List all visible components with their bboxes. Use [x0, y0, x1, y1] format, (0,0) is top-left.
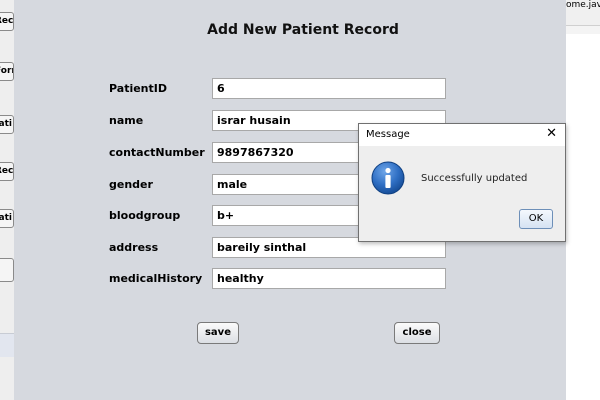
background-window-left: Rec Form ati Rec ati [0, 0, 14, 400]
background-toolbar [566, 26, 600, 34]
background-window-right: ome.java [566, 0, 600, 400]
save-button[interactable]: save [197, 322, 239, 344]
message-dialog: Message ✕ Successfully updated OK [358, 123, 566, 242]
background-button-4[interactable]: Rec [0, 162, 14, 181]
dialog-titlebar[interactable]: Message ✕ [359, 124, 565, 146]
info-icon [371, 161, 405, 195]
background-button-5[interactable]: ati [0, 209, 14, 228]
close-button[interactable]: close [394, 322, 440, 344]
patient-id-label: PatientID [109, 82, 167, 95]
ok-button[interactable]: OK [519, 209, 553, 229]
desktop: Rec Form ati Rec ati Add New Patient Rec… [0, 0, 600, 400]
background-button-3[interactable]: ati [0, 115, 14, 134]
dialog-title: Message [366, 129, 410, 140]
name-label: name [109, 114, 144, 127]
patient-id-field[interactable]: 6 [212, 78, 446, 99]
contact-number-label: contactNumber [109, 146, 205, 159]
address-label: address [109, 241, 159, 254]
background-file-tab[interactable]: ome.java [566, 0, 600, 10]
gender-label: gender [109, 178, 153, 191]
background-button-2[interactable]: Form [0, 62, 14, 81]
background-panel-band [0, 333, 14, 357]
form-title: Add New Patient Record [207, 22, 399, 38]
bloodgroup-label: bloodgroup [109, 209, 181, 222]
background-tab-bar: ome.java [566, 0, 600, 26]
dialog-message: Successfully updated [421, 173, 528, 184]
medical-history-field[interactable]: healthy [212, 268, 446, 289]
medical-history-label: medicalHistory [109, 272, 203, 285]
background-button-6[interactable] [0, 258, 14, 282]
dialog-close-icon[interactable]: ✕ [546, 127, 557, 141]
